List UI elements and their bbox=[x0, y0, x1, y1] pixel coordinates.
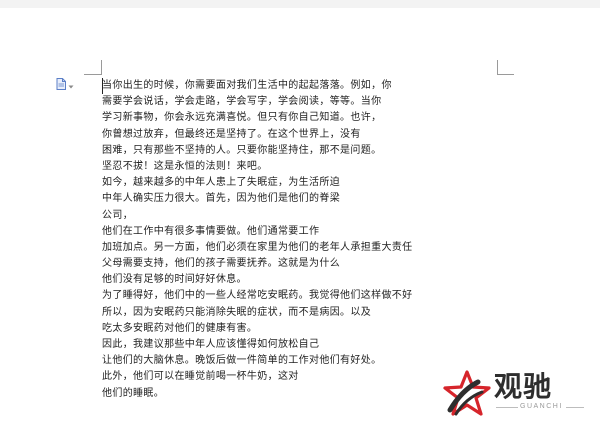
crop-mark-top-right-vertical bbox=[497, 60, 498, 75]
document-line[interactable]: 学习新事物，你会永远充满喜悦。但只有你自己知道。也许， bbox=[102, 110, 502, 126]
star-logo-icon bbox=[443, 370, 491, 416]
paragraph-options-button[interactable] bbox=[56, 77, 76, 90]
document-line[interactable]: 为了睡得好，他们中的一些人经常吃安眠药。我觉得他们这样做不好 bbox=[102, 288, 502, 304]
crop-mark-top-left-horizontal bbox=[84, 74, 102, 75]
watermark-subtitle: GUANCHI bbox=[520, 403, 563, 410]
document-line[interactable]: 需要学会说话，学会走路，学会写字，学会阅读，等等。当你 bbox=[102, 94, 502, 110]
watermark-rule-left bbox=[496, 407, 518, 408]
document-line[interactable]: 所以，因为安眠药只能消除失眠的症状，而不是病因。以及 bbox=[102, 305, 502, 321]
document-options-icon bbox=[56, 75, 66, 94]
document-line[interactable]: 公司， bbox=[102, 208, 502, 224]
watermark-rule-right bbox=[566, 407, 584, 408]
document-line[interactable]: 如今，越来越多的中年人患上了失眠症，为生活所迫 bbox=[102, 175, 502, 191]
text-cursor bbox=[102, 78, 103, 94]
document-line[interactable]: 中年人确实压力很大。首先，因为他们是他们的脊梁 bbox=[102, 191, 502, 207]
document-line[interactable]: 当你出生的时候，你需要面对我们生活中的起起落落。例如，你 bbox=[102, 78, 502, 94]
document-line[interactable]: 他们在工作中有很多事情要做。他们通常要工作 bbox=[102, 224, 502, 240]
document-line[interactable]: 他们没有足够的时间好好休息。 bbox=[102, 272, 502, 288]
guanchi-watermark: 观驰 GUANCHI bbox=[442, 368, 587, 418]
document-line[interactable]: 因此，我建议那些中年人应该懂得如何放松自己 bbox=[102, 337, 502, 353]
crop-mark-top-left-vertical bbox=[101, 60, 102, 75]
document-line[interactable]: 困难，只有那些不坚持的人。只要你能坚持住，那不是问题。 bbox=[102, 143, 502, 159]
document-line[interactable]: 父母需要支持，他们的孩子需要抚养。这就是为什么 bbox=[102, 256, 502, 272]
document-line[interactable]: 让他们的大脑休息。晚饭后做一件简单的工作对他们有好处。 bbox=[102, 353, 502, 369]
document-body[interactable]: 当你出生的时候，你需要面对我们生活中的起起落落。例如，你 需要学会说话，学会走路，… bbox=[102, 78, 502, 402]
crop-mark-top-right-horizontal bbox=[497, 74, 514, 75]
watermark-title: 观驰 bbox=[494, 370, 553, 403]
document-line[interactable]: 吃太多安眠药对他们的健康有害。 bbox=[102, 321, 502, 337]
document-line[interactable]: 你曾想过放弃，但最终还是坚持了。在这个世界上，没有 bbox=[102, 127, 502, 143]
chevron-down-icon bbox=[68, 75, 74, 94]
document-line[interactable]: 坚忍不拔！这是永恒的法则！来吧。 bbox=[102, 159, 502, 175]
document-line[interactable]: 加班加点。另一方面，他们必须在家里为他们的老年人承担重大责任 bbox=[102, 240, 502, 256]
window-top-strip bbox=[0, 0, 600, 8]
